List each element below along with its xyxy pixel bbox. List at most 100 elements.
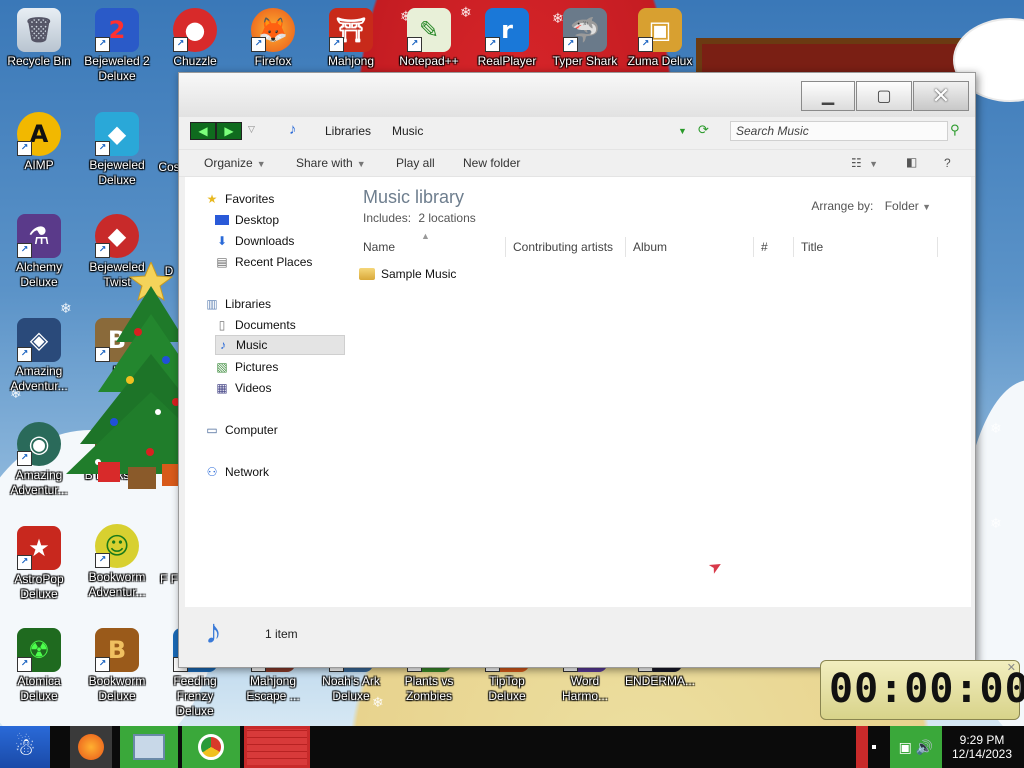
search-input[interactable]: Search Music xyxy=(730,121,948,141)
recent-places-icon: ▤ xyxy=(216,255,228,269)
desktop-icon-label: RealPlayer xyxy=(477,54,537,68)
arrange-by-dropdown[interactable]: Folder ▼ xyxy=(885,199,931,213)
system-tray[interactable]: ▣ 🔊 xyxy=(890,726,942,768)
amazing-adventures2-icon: ◉ ↗ xyxy=(17,422,61,466)
documents-icon: ▯ xyxy=(218,318,226,332)
new-folder-button[interactable]: New folder xyxy=(463,156,520,170)
folder-icon xyxy=(359,268,375,280)
refresh-icon[interactable]: ⟳ xyxy=(698,122,709,138)
bejeweled2-icon: 2 ↗ xyxy=(95,8,139,52)
taskbar-tray-item[interactable] xyxy=(856,726,868,768)
desktop-icon-label: Mahjong Escape ... xyxy=(246,674,300,703)
desktop-icon-bookworm[interactable]: B ↗ Bookworm Deluxe xyxy=(79,628,155,704)
amazing-adventures-icon: ◈ ↗ xyxy=(17,318,61,362)
recent-pages-chevron-icon[interactable]: ▽ xyxy=(248,124,255,135)
organize-button[interactable]: Organize ▼ xyxy=(204,156,266,170)
desktop-icon-realplayer[interactable]: r ↗ RealPlayer xyxy=(469,8,545,69)
help-button[interactable]: ? xyxy=(944,156,951,170)
maximize-icon: ▢ xyxy=(876,88,892,105)
desktop-icon-label: Bejeweled Deluxe xyxy=(89,158,145,187)
minimize-button[interactable]: ▁ xyxy=(801,81,855,111)
nav-network[interactable]: ⚇ Network xyxy=(205,462,363,482)
volume-icon: 🔊 xyxy=(915,738,934,755)
column-separator xyxy=(753,237,754,257)
desktop-icon-label: Chuzzle xyxy=(173,54,217,68)
column-separator xyxy=(625,237,626,257)
column-track-number[interactable]: # xyxy=(761,240,768,254)
library-title: Music library xyxy=(363,187,465,207)
aimp-icon: A ↗ xyxy=(17,112,61,156)
recycle-bin-icon: 🗑 xyxy=(17,8,61,52)
nav-music[interactable]: ♪ Music xyxy=(215,335,345,355)
includes-locations-link[interactable]: 2 locations xyxy=(418,211,475,225)
forward-button[interactable]: ▶ xyxy=(216,122,242,140)
nav-documents-label: Documents xyxy=(235,318,296,332)
mouse-cursor-icon: ➤ xyxy=(705,556,727,579)
arrange-by: Arrange by: Folder ▼ xyxy=(811,199,931,213)
desktop-icon-recycle-bin[interactable]: 🗑 Recycle Bin xyxy=(1,8,77,69)
play-all-button[interactable]: Play all xyxy=(396,156,435,170)
desktop-icon-mahjong[interactable]: ⛩ ↗ Mahjong xyxy=(313,8,389,69)
nav-favorites[interactable]: ★ Favorites xyxy=(205,189,363,209)
desktop-icon-aimp[interactable]: A ↗ AIMP xyxy=(1,112,77,173)
nav-pictures-label: Pictures xyxy=(235,360,279,374)
desktop-icon-zuma[interactable]: ▣ ↗ Zuma Delux xyxy=(622,8,698,69)
nav-recent-places-label: Recent Places xyxy=(235,255,313,269)
snowflake-icon: ❄ xyxy=(990,515,1002,531)
explorer-window[interactable]: ▁ ▢ ✕ ◀ ▶ ▽ ♪ Libraries Music ▼ ⟳ Search… xyxy=(178,72,976,668)
desktop-icon-label: AIMP xyxy=(24,158,54,172)
start-button[interactable]: ☃ xyxy=(0,726,50,768)
column-title[interactable]: Title xyxy=(801,240,823,254)
breadcrumb-music[interactable]: Music xyxy=(392,124,423,138)
close-button[interactable]: ✕ xyxy=(913,81,969,111)
desktop-icon-typer-shark[interactable]: 🦈 ↗ Typer Shark xyxy=(547,8,623,69)
breadcrumb-libraries[interactable]: Libraries xyxy=(325,124,371,138)
column-contributing-artists[interactable]: Contributing artists xyxy=(513,240,613,254)
desktop-icon-bejeweled-2[interactable]: 2 ↗ Bejeweled 2 Deluxe xyxy=(79,8,155,84)
desktop-icon-label: Feeding Frenzy Deluxe xyxy=(173,674,217,718)
address-dropdown-icon[interactable]: ▼ xyxy=(678,126,687,136)
notepadpp-icon: ✎ ↗ xyxy=(407,8,451,52)
desktop-icon-firefox[interactable]: 🦊 ↗ Firefox xyxy=(235,8,311,69)
content-pane[interactable]: Music library Includes: 2 locations Arra… xyxy=(345,177,971,607)
view-options-icon[interactable]: ☷ ▼ xyxy=(851,156,878,170)
desktop-icon-atomica[interactable]: ☢ ↗ Atomica Deluxe xyxy=(1,628,77,704)
taskbar-app[interactable] xyxy=(244,726,310,768)
library-includes: Includes: 2 locations xyxy=(363,211,476,225)
desktop-icon-bookworm-adventures[interactable]: ☺ ↗ Bookworm Adventur... xyxy=(79,524,155,600)
desktop-icon-chuzzle[interactable]: ● ↗ Chuzzle xyxy=(157,8,233,69)
desktop-icon-bejeweled[interactable]: ◆ ↗ Bejeweled Deluxe xyxy=(79,112,155,188)
search-icon[interactable]: ⚲ xyxy=(950,122,960,138)
column-album[interactable]: Album xyxy=(633,240,667,254)
column-name[interactable]: Name xyxy=(363,240,395,254)
preview-pane-icon[interactable]: ◧ xyxy=(906,155,917,169)
desktop-icon-astropop[interactable]: ★ ↗ AstroPop Deluxe xyxy=(1,526,77,602)
desktop-icon-label: Recycle Bin xyxy=(7,54,71,68)
taskbar-clock[interactable]: 9:29 PM 12/14/2023 xyxy=(946,733,1018,761)
taskbar-firefox[interactable] xyxy=(70,726,112,768)
desktop-icon-notepadpp[interactable]: ✎ ↗ Notepad++ xyxy=(391,8,467,69)
clock-date: 12/14/2023 xyxy=(951,747,1013,761)
timer-widget[interactable]: ✕ 00:00:00 xyxy=(820,660,1024,720)
desktop-icon-label: Word Harmo... xyxy=(561,674,608,703)
taskbar-explorer[interactable] xyxy=(120,726,178,768)
share-with-button[interactable]: Share with ▼ xyxy=(296,156,366,170)
nav-libraries[interactable]: ▥ Libraries xyxy=(205,294,363,314)
bookworm-adventures-icon: ☺ ↗ xyxy=(95,524,139,568)
app-icon xyxy=(247,729,307,765)
organize-label: Organize xyxy=(204,156,253,170)
desktop-icon-label: Mahjong xyxy=(327,54,375,68)
nav-computer[interactable]: ▭ Computer xyxy=(205,420,363,440)
minimize-icon: ▁ xyxy=(821,88,835,105)
column-separator xyxy=(505,237,506,257)
arrange-by-value: Folder xyxy=(884,199,919,213)
back-button[interactable]: ◀ xyxy=(190,122,216,140)
nav-computer-label: Computer xyxy=(225,423,278,437)
desktop-icon-label: TipTop Deluxe xyxy=(488,674,526,703)
downloads-icon: ⬇ xyxy=(216,234,228,248)
nav-favorites-label: Favorites xyxy=(225,192,275,206)
list-item[interactable]: Sample Music xyxy=(359,267,456,281)
taskbar-chrome[interactable] xyxy=(182,726,240,768)
maximize-button[interactable]: ▢ xyxy=(856,81,912,111)
nav-videos-label: Videos xyxy=(235,381,272,395)
